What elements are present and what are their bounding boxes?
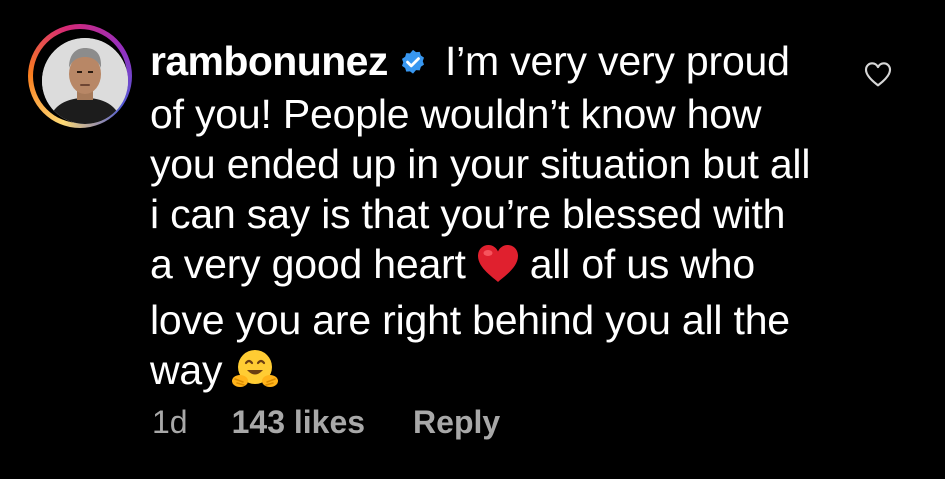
comment-text-line: of you! People wouldn’t know how (150, 91, 762, 137)
heart-outline-icon (864, 62, 892, 87)
comment-text-segment: all of us who (529, 241, 756, 287)
comment-text-segment: way (150, 347, 223, 393)
comment-line: a very good heart all of us who (150, 239, 850, 295)
likes-count-link[interactable]: 143 likes (232, 402, 365, 442)
like-comment-button[interactable] (862, 58, 894, 90)
comment-text-line: i can say is that you’re blessed with (150, 191, 786, 237)
avatar[interactable] (42, 38, 128, 124)
comment-text-line: I’m very very proud (444, 38, 790, 84)
comment-text-line: you ended up in your situation but all (150, 141, 811, 187)
comment-item: rambonunez I’m very very proud of you! P… (0, 0, 945, 479)
comment-line: way (150, 345, 850, 401)
comment-meta: 1d 143 likes Reply (152, 402, 500, 442)
avatar-photo (42, 38, 128, 124)
avatar-story-ring[interactable] (28, 24, 132, 128)
comment-body: rambonunez I’m very very proud of you! P… (150, 36, 850, 401)
reply-button[interactable]: Reply (413, 402, 500, 442)
comment-text-line: love you are right behind you all the (150, 297, 790, 343)
hugging-face-emoji-icon (232, 348, 279, 401)
comment-timestamp: 1d (152, 404, 188, 440)
verified-badge-icon (398, 39, 428, 89)
comment-text-segment: a very good heart (150, 241, 466, 287)
red-heart-emoji-icon (476, 244, 520, 295)
comment-line: rambonunez I’m very very proud (150, 36, 850, 89)
username-link[interactable]: rambonunez (150, 38, 388, 84)
